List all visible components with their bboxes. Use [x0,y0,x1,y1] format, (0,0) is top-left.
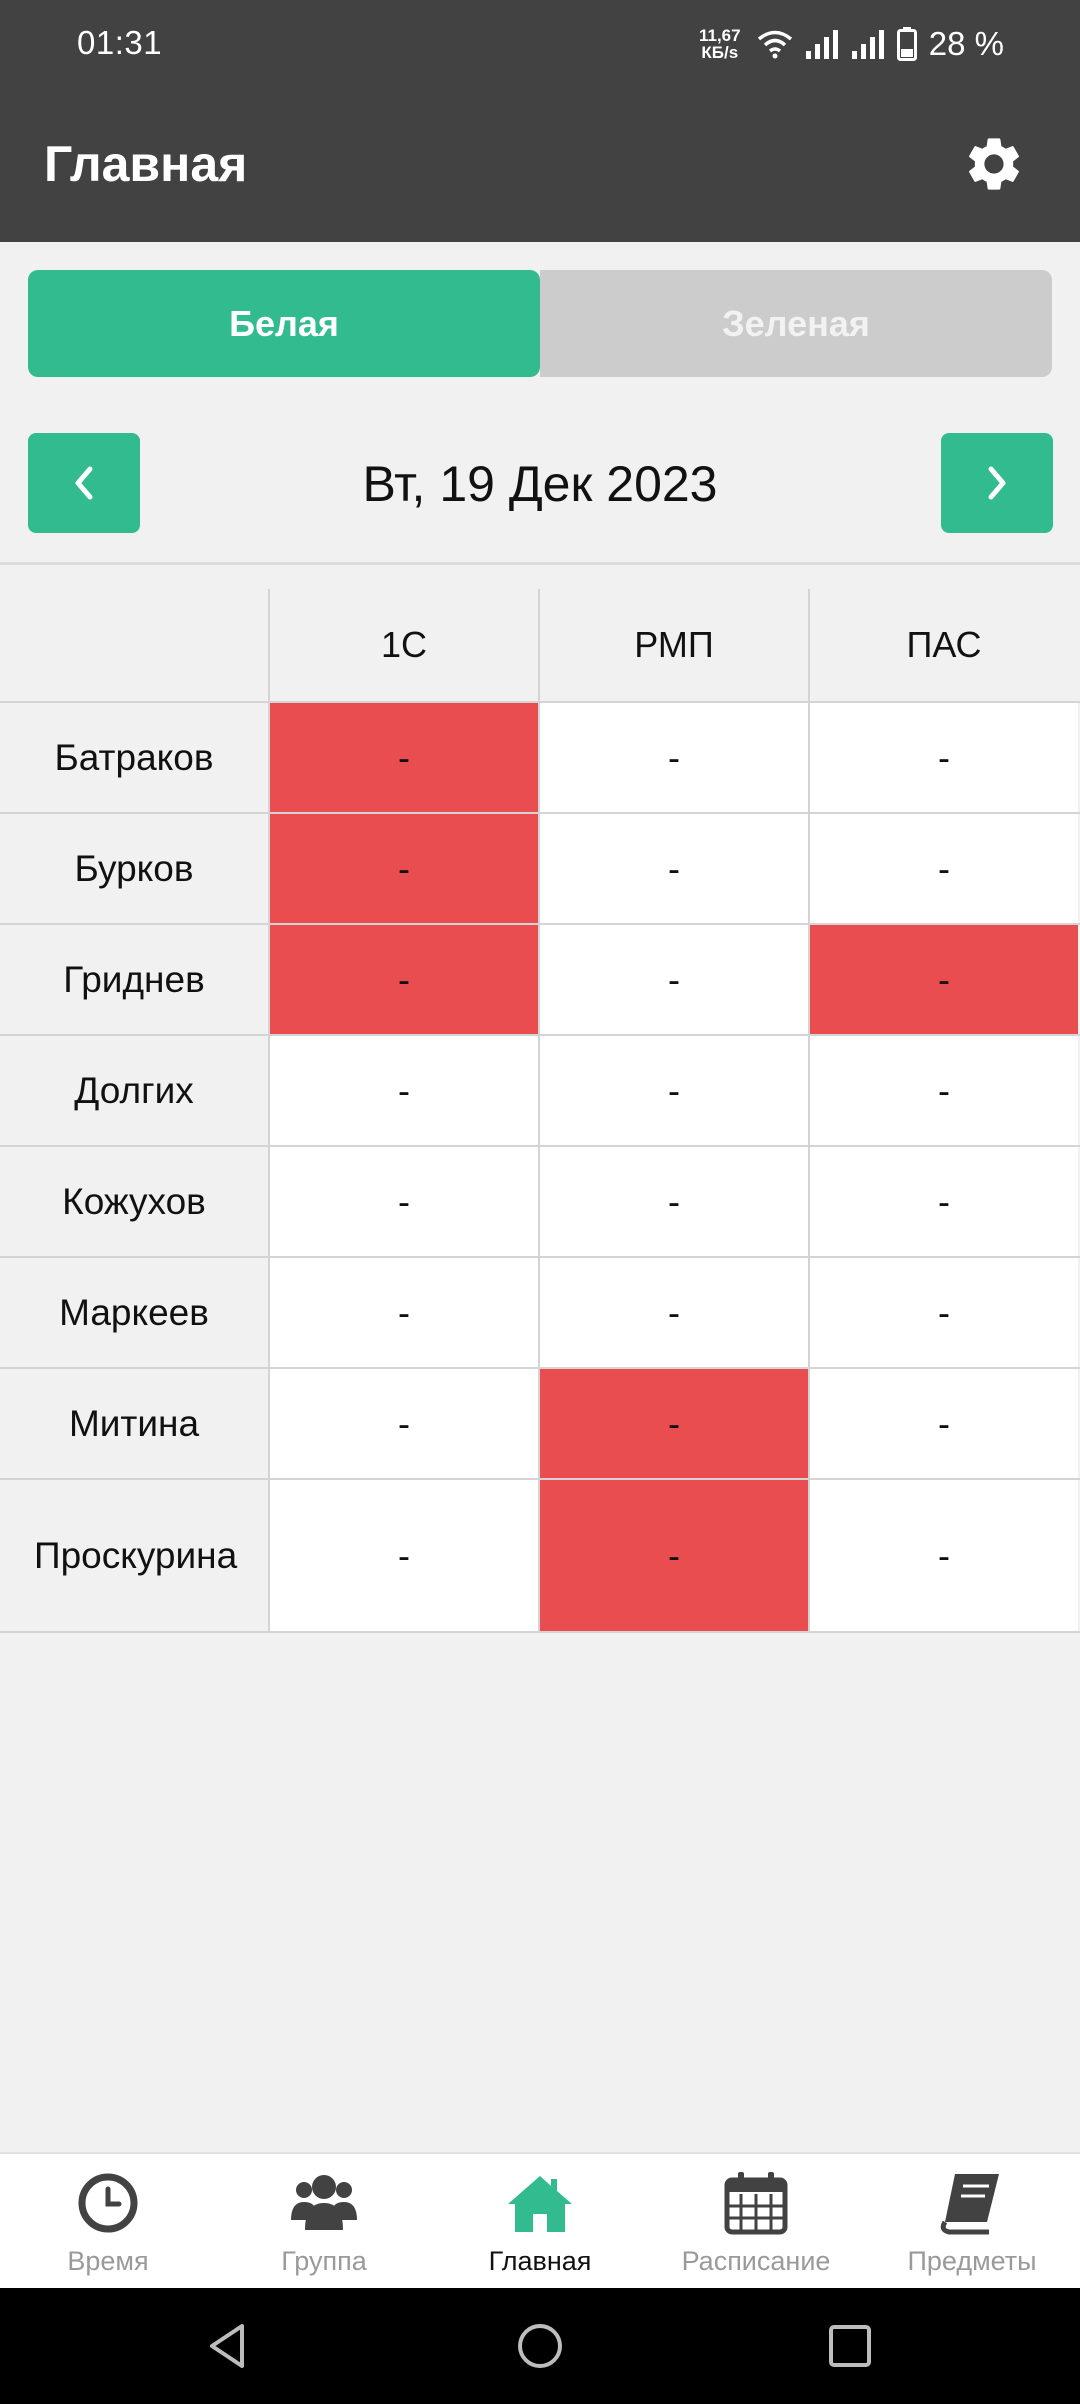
attendance-cell[interactable]: - [538,703,808,812]
current-date: Вт, 19 Дек 2023 [362,456,718,512]
table-corner [0,589,268,701]
attendance-cell[interactable]: - [268,1036,538,1145]
next-date-button[interactable] [941,433,1053,533]
student-name: Маркеев [0,1258,268,1367]
group-segment-control: Белая Зеленая [28,270,1052,377]
network-speed-value: 11,67 [698,26,741,45]
wifi-icon [757,30,792,59]
attendance-cell[interactable]: - [268,814,538,923]
network-speed: 11,67 КБ/s [695,27,745,61]
column-header: 1С [268,589,538,701]
student-name: Батраков [0,703,268,812]
attendance-cell[interactable]: - [268,1258,538,1367]
table-row: Кожухов - - - [0,1145,1080,1256]
student-name: Гриднев [0,925,268,1034]
book-icon [940,2174,999,2235]
attendance-cell[interactable]: - [268,1147,538,1256]
student-name: Бурков [0,814,268,923]
attendance-cell[interactable]: - [538,1480,808,1631]
network-speed-unit: КБ/s [701,43,739,62]
chevron-left-icon [75,466,93,500]
attendance-cell[interactable]: - [538,814,808,923]
table-header-row: 1С РМП ПАС [0,589,1080,701]
tab-label: Время [67,2246,149,2276]
attendance-cell[interactable]: - [808,814,1078,923]
column-header: РМП [538,589,808,701]
attendance-cell[interactable]: - [808,1147,1078,1256]
table-row: Митина - - - [0,1367,1080,1478]
home-icon [508,2176,572,2232]
attendance-cell[interactable]: - [538,1147,808,1256]
prev-date-button[interactable] [28,433,140,533]
table-row: Долгих - - - [0,1034,1080,1145]
tab-label: Группа [281,2246,367,2276]
gear-icon[interactable] [962,132,1026,196]
clock-icon [78,2173,138,2233]
attendance-cell[interactable]: - [538,1258,808,1367]
calendar-icon [724,2172,788,2235]
table-row: Батраков - - - [0,701,1080,812]
attendance-cell[interactable]: - [538,1369,808,1478]
tab-predmety[interactable]: Предметы [864,2154,1080,2288]
attendance-cell[interactable]: - [538,925,808,1034]
segment-belaya[interactable]: Белая [28,270,540,377]
tab-glavnaya[interactable]: Главная [432,2154,648,2288]
tab-raspisanie[interactable]: Расписание [648,2154,864,2288]
table-row: Проскурина - - - [0,1478,1080,1633]
back-icon[interactable] [202,2320,254,2372]
signal-icon-2 [851,30,884,59]
attendance-cell[interactable]: - [808,1036,1078,1145]
attendance-cell[interactable]: - [808,1369,1078,1478]
home-circle-icon[interactable] [514,2320,566,2372]
status-icons: 11,67 КБ/s 28 % [695,22,1004,66]
recents-icon[interactable] [824,2320,876,2372]
attendance-cell[interactable]: - [808,1258,1078,1367]
app-bar: Главная [0,88,1080,242]
attendance-cell[interactable]: - [268,925,538,1034]
student-name: Проскурина [0,1480,268,1631]
attendance-table: 1С РМП ПАС Батраков - - - Бурков - - - Г… [0,589,1080,1633]
system-nav-bar [0,2288,1080,2404]
student-name: Кожухов [0,1147,268,1256]
tab-label: Предметы [907,2246,1037,2276]
attendance-cell[interactable]: - [808,1480,1078,1631]
tab-label: Расписание [681,2246,831,2276]
attendance-cell[interactable]: - [538,1036,808,1145]
attendance-cell[interactable]: - [268,703,538,812]
page-title: Главная [44,136,248,192]
chevron-right-icon [988,466,1006,500]
tab-gruppa[interactable]: Группа [216,2154,432,2288]
column-header: ПАС [808,589,1078,701]
signal-icon-1 [805,30,838,59]
table-row: Гриднев - - - [0,923,1080,1034]
battery-icon [896,27,917,61]
attendance-cell[interactable]: - [808,703,1078,812]
student-name: Митина [0,1369,268,1478]
table-row: Бурков - - - [0,812,1080,923]
divider [0,562,1080,565]
attendance-cell[interactable]: - [268,1480,538,1631]
segment-zelenaya[interactable]: Зеленая [540,270,1052,377]
attendance-cell[interactable]: - [268,1369,538,1478]
status-time: 01:31 [77,24,163,61]
status-bar: 01:31 11,67 КБ/s 28 % [0,0,1080,88]
attendance-cell[interactable]: - [808,925,1078,1034]
table-row: Маркеев - - - [0,1256,1080,1367]
users-icon [291,2175,357,2230]
bottom-navigation: Время Группа Главная Расписание Предметы [0,2152,1080,2288]
student-name: Долгих [0,1036,268,1145]
tab-vremya[interactable]: Время [0,2154,216,2288]
tab-label: Главная [488,2246,592,2276]
battery-percent: 28 % [928,25,1004,62]
